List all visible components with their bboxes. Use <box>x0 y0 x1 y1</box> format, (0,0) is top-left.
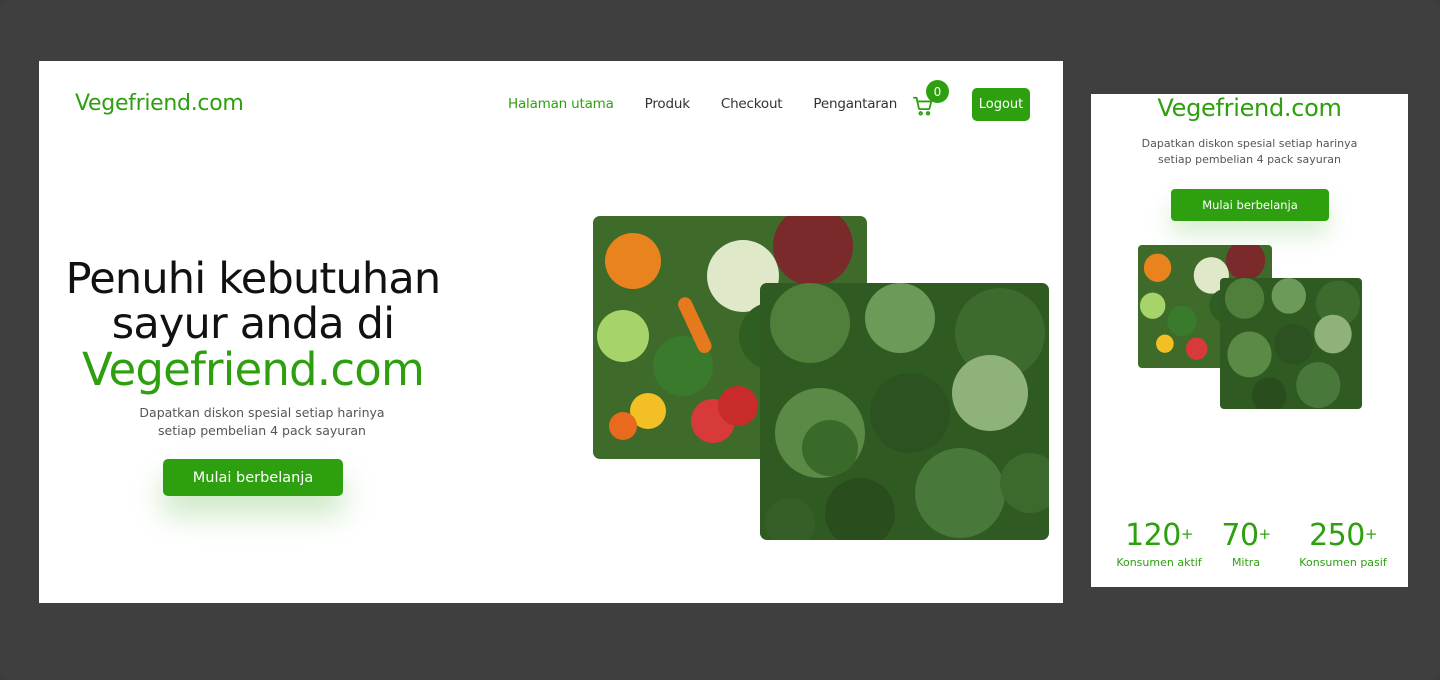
nav-link-home[interactable]: Halaman utama <box>508 96 614 112</box>
stat-value: 120+ <box>1125 518 1193 553</box>
start-shopping-button[interactable]: Mulai berbelanja <box>163 459 343 496</box>
mobile-subtitle-line2: setiap pembelian 4 pack sayuran <box>1158 153 1341 166</box>
stat-value: 70+ <box>1221 518 1271 553</box>
logout-button[interactable]: Logout <box>972 88 1030 121</box>
stat-active-customers: 120+ Konsumen aktif <box>1109 516 1209 570</box>
leafy-greens-image <box>760 283 1049 540</box>
main-nav: Halaman utama Produk Checkout Pengantara… <box>508 96 928 112</box>
mobile-mockup: Vegefriend.com Dapatkan diskon spesial s… <box>1091 94 1408 587</box>
hero-subtitle: Dapatkan diskon spesial setiap harinya s… <box>102 404 422 440</box>
stat-label: Konsumen aktif <box>1116 556 1202 569</box>
mobile-subtitle-line1: Dapatkan diskon spesial setiap harinya <box>1141 137 1358 150</box>
stat-label: Konsumen pasif <box>1299 556 1387 569</box>
mobile-leafy-greens-image <box>1220 278 1362 409</box>
mobile-site-logo[interactable]: Vegefriend.com <box>1091 94 1408 122</box>
stat-partners: 70+ Mitra <box>1211 516 1281 570</box>
hero-subtitle-line1: Dapatkan diskon spesial setiap harinya <box>139 405 385 420</box>
mobile-hero-subtitle: Dapatkan diskon spesial setiap harinya s… <box>1111 136 1388 168</box>
nav-link-checkout[interactable]: Checkout <box>721 96 783 112</box>
desktop-mockup: Vegefriend.com Halaman utama Produk Chec… <box>39 61 1063 603</box>
site-logo[interactable]: Vegefriend.com <box>75 91 244 116</box>
stat-passive-customers: 250+ Konsumen pasif <box>1291 516 1395 570</box>
hero-title-brand: Vegefriend.com <box>81 343 425 396</box>
hero-title-line2: sayur anda di <box>111 299 395 349</box>
nav-link-delivery[interactable]: Pengantaran <box>813 96 897 112</box>
hero-title: Penuhi kebutuhan sayur anda di Vegefrien… <box>39 254 467 396</box>
hero-subtitle-line2: setiap pembelian 4 pack sayuran <box>158 423 366 438</box>
stat-value: 250+ <box>1309 518 1377 553</box>
mobile-start-shopping-button[interactable]: Mulai berbelanja <box>1171 189 1329 221</box>
cart-count-badge: 0 <box>926 80 949 103</box>
hero-title-line1: Penuhi kebutuhan <box>65 254 442 304</box>
nav-link-products[interactable]: Produk <box>645 96 690 112</box>
stat-label: Mitra <box>1231 556 1261 569</box>
stats-row: 120+ Konsumen aktif 70+ Mitra 250+ Konsu… <box>1091 516 1408 576</box>
